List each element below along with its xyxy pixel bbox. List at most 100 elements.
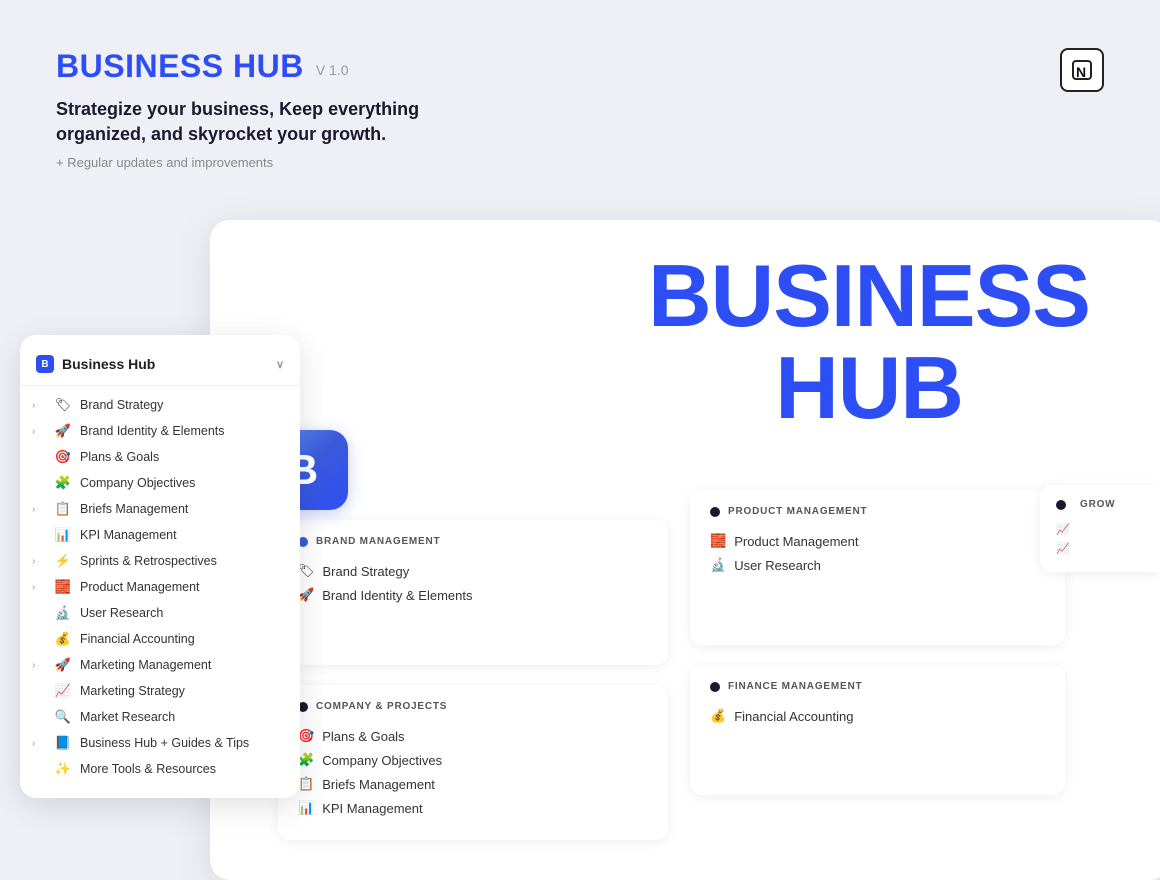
sidebar-item-emoji: 🏷 xyxy=(54,397,72,413)
section-item-emoji: 🚀 xyxy=(298,587,314,603)
sidebar-item-label: KPI Management xyxy=(80,528,177,542)
header-subtitle: Strategize your business, Keep everythin… xyxy=(56,97,436,147)
section-item-emoji: 📋 xyxy=(298,776,314,792)
sidebar-item-label: Business Hub + Guides & Tips xyxy=(80,736,249,750)
section-item-label: Financial Accounting xyxy=(734,709,853,724)
sidebar-list-item[interactable]: › 📘 Business Hub + Guides & Tips xyxy=(20,730,300,756)
sidebar-item-label: Brand Strategy xyxy=(80,398,163,412)
grow-card: GROW xyxy=(1040,485,1160,572)
brand-section-label: BRAND MANAGEMENT xyxy=(298,536,648,547)
section-item-label: Brand Strategy xyxy=(323,564,410,579)
sidebar-item-label: Plans & Goals xyxy=(80,450,159,464)
sidebar-item-label: More Tools & Resources xyxy=(80,762,216,776)
grow-item-1 xyxy=(1056,520,1144,539)
sidebar-chevron: › xyxy=(32,400,46,411)
sidebar-list-item[interactable]: 🎯 Plans & Goals xyxy=(20,444,300,470)
section-list-item: 🚀 Brand Identity & Elements xyxy=(298,583,648,607)
sidebar-chevron: › xyxy=(32,738,46,749)
company-section-label: COMPANY & PROJECTS xyxy=(298,701,648,712)
finance-card: FINANCE MANAGEMENT 💰 Financial Accountin… xyxy=(690,665,1065,795)
sidebar-chevron: › xyxy=(32,660,46,671)
brand-management-card: BRAND MANAGEMENT 🏷 Brand Strategy 🚀 Bran… xyxy=(278,520,668,665)
sidebar-item-label: Marketing Strategy xyxy=(80,684,185,698)
section-list-item: 🎯 Plans & Goals xyxy=(298,724,648,748)
section-item-label: Plans & Goals xyxy=(322,729,404,744)
sidebar-item-emoji: 🚀 xyxy=(54,657,72,673)
sidebar-items-container: › 🏷 Brand Strategy › 🚀 Brand Identity & … xyxy=(20,392,300,782)
sidebar-item-label: Market Research xyxy=(80,710,175,724)
sidebar-item-label: Marketing Management xyxy=(80,658,211,672)
sidebar-item-emoji: 🔬 xyxy=(54,605,72,621)
section-item-label: Brand Identity & Elements xyxy=(322,588,472,603)
sidebar-item-emoji: 💰 xyxy=(54,631,72,647)
section-item-emoji: 💰 xyxy=(710,708,726,724)
sidebar-list-item[interactable]: › 🚀 Brand Identity & Elements xyxy=(20,418,300,444)
product-management-card: PRODUCT MANAGEMENT 🧱 Product Management … xyxy=(690,490,1065,645)
sidebar-item-label: Company Objectives xyxy=(80,476,195,490)
sidebar-item-emoji: 🧩 xyxy=(54,475,72,491)
header-note: + Regular updates and improvements xyxy=(56,155,436,170)
sidebar-list-item[interactable]: › 🏷 Brand Strategy xyxy=(20,392,300,418)
sidebar-item-emoji: 📈 xyxy=(54,683,72,699)
sidebar-item-emoji: 🧱 xyxy=(54,579,72,595)
section-item-label: KPI Management xyxy=(322,801,422,816)
sidebar-list-item[interactable]: › ⚡ Sprints & Retrospectives xyxy=(20,548,300,574)
section-item-label: Product Management xyxy=(734,534,858,549)
sidebar-list-item[interactable]: 📈 Marketing Strategy xyxy=(20,678,300,704)
section-list-item: 📊 KPI Management xyxy=(298,796,648,820)
sidebar-item-label: Briefs Management xyxy=(80,502,188,516)
sidebar-item-emoji: 🎯 xyxy=(54,449,72,465)
section-list-item: 📋 Briefs Management xyxy=(298,772,648,796)
sidebar-panel: B Business Hub ∨ › 🏷 Brand Strategy › 🚀 … xyxy=(20,335,300,798)
sidebar-chevron: › xyxy=(32,556,46,567)
sidebar-list-item[interactable]: › 🧱 Product Management xyxy=(20,574,300,600)
big-hero-title: BUSINESS HUB xyxy=(648,250,1090,435)
sidebar-list-item[interactable]: 📊 KPI Management xyxy=(20,522,300,548)
sidebar-item-emoji: 📊 xyxy=(54,527,72,543)
grow-item-2 xyxy=(1056,539,1144,558)
sidebar-item-label: Sprints & Retrospectives xyxy=(80,554,217,568)
sidebar-list-item[interactable]: › 📋 Briefs Management xyxy=(20,496,300,522)
section-item-emoji: 🧩 xyxy=(298,752,314,768)
section-item-emoji: 🔬 xyxy=(710,557,726,573)
notion-icon[interactable]: N xyxy=(1060,48,1104,92)
sidebar-list-item[interactable]: 🔍 Market Research xyxy=(20,704,300,730)
section-list-item: 🧩 Company Objectives xyxy=(298,748,648,772)
product-items: 🧱 Product Management 🔬 User Research xyxy=(710,529,1045,577)
section-list-item: 🧱 Product Management xyxy=(710,529,1045,553)
section-list-item: 💰 Financial Accounting xyxy=(710,704,1045,728)
sidebar-item-emoji: 🚀 xyxy=(54,423,72,439)
title-row: BUSINESS HUB V 1.0 xyxy=(56,48,436,85)
sidebar-item-label: Financial Accounting xyxy=(80,632,195,646)
section-list-item: 🏷 Brand Strategy xyxy=(298,559,648,583)
sidebar-brand-icon: B xyxy=(36,355,54,373)
sidebar-list-item[interactable]: 🔬 User Research xyxy=(20,600,300,626)
sidebar-list-item[interactable]: 💰 Financial Accounting xyxy=(20,626,300,652)
version-label: V 1.0 xyxy=(316,62,349,78)
section-item-label: User Research xyxy=(734,558,821,573)
svg-text:N: N xyxy=(1076,64,1086,80)
header: BUSINESS HUB V 1.0 Strategize your busin… xyxy=(56,48,436,170)
app-title: BUSINESS HUB xyxy=(56,48,304,85)
finance-dot xyxy=(710,682,720,692)
grow-label: GROW xyxy=(1056,499,1144,510)
sidebar-title: Business Hub xyxy=(62,356,155,372)
product-section-label: PRODUCT MANAGEMENT xyxy=(710,506,1045,517)
finance-items: 💰 Financial Accounting xyxy=(710,704,1045,728)
section-list-item: 🔬 User Research xyxy=(710,553,1045,577)
sidebar-item-emoji: ✨ xyxy=(54,761,72,777)
sidebar-item-label: Brand Identity & Elements xyxy=(80,424,225,438)
sidebar-list-item[interactable]: › 🚀 Marketing Management xyxy=(20,652,300,678)
sidebar-item-emoji: 📋 xyxy=(54,501,72,517)
brand-items: 🏷 Brand Strategy 🚀 Brand Identity & Elem… xyxy=(298,559,648,607)
sidebar-header: B Business Hub ∨ xyxy=(20,351,300,386)
sidebar-chevron: › xyxy=(32,426,46,437)
product-dot xyxy=(710,507,720,517)
section-item-label: Company Objectives xyxy=(322,753,442,768)
finance-section-label: FINANCE MANAGEMENT xyxy=(710,681,1045,692)
section-item-emoji: 🏷 xyxy=(298,563,315,579)
grow-dot xyxy=(1056,500,1066,510)
sidebar-list-item[interactable]: ✨ More Tools & Resources xyxy=(20,756,300,782)
sidebar-list-item[interactable]: 🧩 Company Objectives xyxy=(20,470,300,496)
section-item-emoji: 🎯 xyxy=(298,728,314,744)
